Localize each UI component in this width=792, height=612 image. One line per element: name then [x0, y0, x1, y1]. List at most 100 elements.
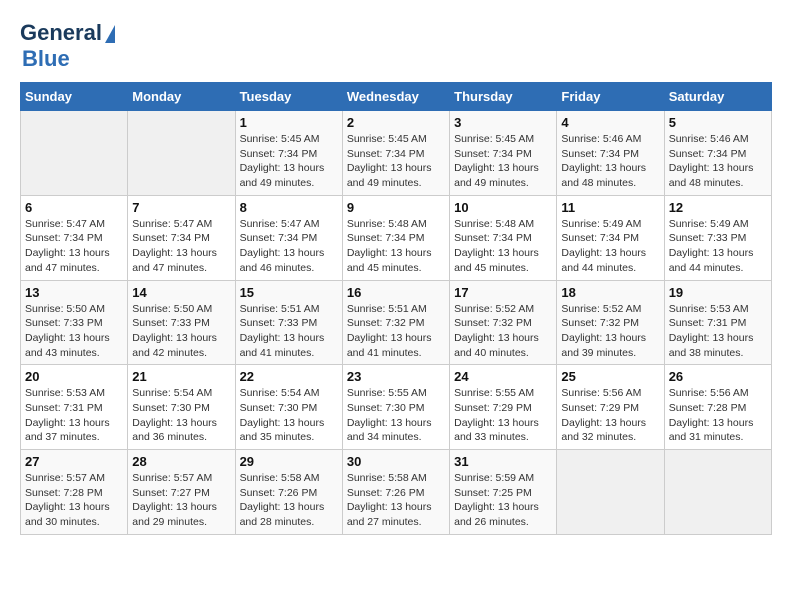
week-row-4: 20 Sunrise: 5:53 AM Sunset: 7:31 PM Dayli… [21, 365, 772, 450]
day-number: 1 [240, 115, 338, 130]
day-number: 19 [669, 285, 767, 300]
day-cell: 16 Sunrise: 5:51 AM Sunset: 7:32 PM Dayli… [342, 280, 449, 365]
day-number: 3 [454, 115, 552, 130]
day-number: 26 [669, 369, 767, 384]
day-cell: 14 Sunrise: 5:50 AM Sunset: 7:33 PM Dayli… [128, 280, 235, 365]
day-info: Sunrise: 5:49 AM Sunset: 7:34 PM Dayligh… [561, 217, 659, 276]
day-info: Sunrise: 5:46 AM Sunset: 7:34 PM Dayligh… [561, 132, 659, 191]
day-number: 27 [25, 454, 123, 469]
day-cell: 29 Sunrise: 5:58 AM Sunset: 7:26 PM Dayli… [235, 450, 342, 535]
day-cell: 25 Sunrise: 5:56 AM Sunset: 7:29 PM Dayli… [557, 365, 664, 450]
day-cell: 24 Sunrise: 5:55 AM Sunset: 7:29 PM Dayli… [450, 365, 557, 450]
day-number: 16 [347, 285, 445, 300]
header-sunday: Sunday [21, 83, 128, 111]
day-info: Sunrise: 5:58 AM Sunset: 7:26 PM Dayligh… [347, 471, 445, 530]
week-row-1: 1 Sunrise: 5:45 AM Sunset: 7:34 PM Daylig… [21, 111, 772, 196]
day-info: Sunrise: 5:50 AM Sunset: 7:33 PM Dayligh… [25, 302, 123, 361]
header-wednesday: Wednesday [342, 83, 449, 111]
day-number: 24 [454, 369, 552, 384]
day-info: Sunrise: 5:58 AM Sunset: 7:26 PM Dayligh… [240, 471, 338, 530]
day-number: 17 [454, 285, 552, 300]
day-info: Sunrise: 5:48 AM Sunset: 7:34 PM Dayligh… [454, 217, 552, 276]
day-cell: 21 Sunrise: 5:54 AM Sunset: 7:30 PM Dayli… [128, 365, 235, 450]
day-info: Sunrise: 5:47 AM Sunset: 7:34 PM Dayligh… [25, 217, 123, 276]
day-number: 5 [669, 115, 767, 130]
calendar-header-row: SundayMondayTuesdayWednesdayThursdayFrid… [21, 83, 772, 111]
day-info: Sunrise: 5:49 AM Sunset: 7:33 PM Dayligh… [669, 217, 767, 276]
day-cell: 1Sunrise: 5:45 AM Sunset: 7:34 PM Daylig… [235, 111, 342, 196]
day-info: Sunrise: 5:55 AM Sunset: 7:30 PM Dayligh… [347, 386, 445, 445]
header-thursday: Thursday [450, 83, 557, 111]
day-number: 14 [132, 285, 230, 300]
day-number: 23 [347, 369, 445, 384]
day-info: Sunrise: 5:45 AM Sunset: 7:34 PM Dayligh… [454, 132, 552, 191]
day-info: Sunrise: 5:54 AM Sunset: 7:30 PM Dayligh… [132, 386, 230, 445]
day-cell: 22Sunrise: 5:54 AM Sunset: 7:30 PM Dayli… [235, 365, 342, 450]
day-info: Sunrise: 5:47 AM Sunset: 7:34 PM Dayligh… [240, 217, 338, 276]
day-number: 6 [25, 200, 123, 215]
day-cell: 2 Sunrise: 5:45 AM Sunset: 7:34 PM Daylig… [342, 111, 449, 196]
day-number: 8 [240, 200, 338, 215]
day-number: 11 [561, 200, 659, 215]
logo-text-blue: Blue [22, 46, 70, 72]
day-info: Sunrise: 5:45 AM Sunset: 7:34 PM Dayligh… [347, 132, 445, 191]
week-row-2: 6 Sunrise: 5:47 AM Sunset: 7:34 PM Daylig… [21, 195, 772, 280]
header-monday: Monday [128, 83, 235, 111]
day-cell: 7 Sunrise: 5:47 AM Sunset: 7:34 PM Daylig… [128, 195, 235, 280]
day-cell [21, 111, 128, 196]
logo-triangle [105, 25, 115, 43]
day-info: Sunrise: 5:57 AM Sunset: 7:27 PM Dayligh… [132, 471, 230, 530]
logo-text-general: General [20, 20, 102, 46]
day-cell: 6 Sunrise: 5:47 AM Sunset: 7:34 PM Daylig… [21, 195, 128, 280]
day-number: 22 [240, 369, 338, 384]
day-cell: 5Sunrise: 5:46 AM Sunset: 7:34 PM Daylig… [664, 111, 771, 196]
day-info: Sunrise: 5:55 AM Sunset: 7:29 PM Dayligh… [454, 386, 552, 445]
day-info: Sunrise: 5:51 AM Sunset: 7:33 PM Dayligh… [240, 302, 338, 361]
day-number: 29 [240, 454, 338, 469]
day-cell: 30 Sunrise: 5:58 AM Sunset: 7:26 PM Dayli… [342, 450, 449, 535]
day-number: 28 [132, 454, 230, 469]
day-cell: 18Sunrise: 5:52 AM Sunset: 7:32 PM Dayli… [557, 280, 664, 365]
day-number: 4 [561, 115, 659, 130]
day-info: Sunrise: 5:59 AM Sunset: 7:25 PM Dayligh… [454, 471, 552, 530]
week-row-5: 27Sunrise: 5:57 AM Sunset: 7:28 PM Dayli… [21, 450, 772, 535]
day-cell: 13 Sunrise: 5:50 AM Sunset: 7:33 PM Dayli… [21, 280, 128, 365]
day-info: Sunrise: 5:47 AM Sunset: 7:34 PM Dayligh… [132, 217, 230, 276]
day-cell: 4 Sunrise: 5:46 AM Sunset: 7:34 PM Daylig… [557, 111, 664, 196]
day-number: 12 [669, 200, 767, 215]
day-cell: 3 Sunrise: 5:45 AM Sunset: 7:34 PM Daylig… [450, 111, 557, 196]
day-info: Sunrise: 5:51 AM Sunset: 7:32 PM Dayligh… [347, 302, 445, 361]
day-number: 20 [25, 369, 123, 384]
day-cell: 17Sunrise: 5:52 AM Sunset: 7:32 PM Dayli… [450, 280, 557, 365]
day-cell: 12 Sunrise: 5:49 AM Sunset: 7:33 PM Dayli… [664, 195, 771, 280]
day-number: 10 [454, 200, 552, 215]
day-number: 7 [132, 200, 230, 215]
day-number: 2 [347, 115, 445, 130]
day-info: Sunrise: 5:48 AM Sunset: 7:34 PM Dayligh… [347, 217, 445, 276]
day-info: Sunrise: 5:52 AM Sunset: 7:32 PM Dayligh… [561, 302, 659, 361]
day-number: 21 [132, 369, 230, 384]
day-cell [128, 111, 235, 196]
day-cell: 27Sunrise: 5:57 AM Sunset: 7:28 PM Dayli… [21, 450, 128, 535]
day-cell: 11 Sunrise: 5:49 AM Sunset: 7:34 PM Dayli… [557, 195, 664, 280]
header-tuesday: Tuesday [235, 83, 342, 111]
day-number: 31 [454, 454, 552, 469]
day-number: 25 [561, 369, 659, 384]
day-number: 15 [240, 285, 338, 300]
day-info: Sunrise: 5:50 AM Sunset: 7:33 PM Dayligh… [132, 302, 230, 361]
calendar-table: SundayMondayTuesdayWednesdayThursdayFrid… [20, 82, 772, 535]
day-number: 9 [347, 200, 445, 215]
day-info: Sunrise: 5:53 AM Sunset: 7:31 PM Dayligh… [25, 386, 123, 445]
day-info: Sunrise: 5:56 AM Sunset: 7:29 PM Dayligh… [561, 386, 659, 445]
day-number: 13 [25, 285, 123, 300]
day-number: 30 [347, 454, 445, 469]
day-cell: 15 Sunrise: 5:51 AM Sunset: 7:33 PM Dayli… [235, 280, 342, 365]
header-friday: Friday [557, 83, 664, 111]
day-cell: 23 Sunrise: 5:55 AM Sunset: 7:30 PM Dayli… [342, 365, 449, 450]
day-cell: 10 Sunrise: 5:48 AM Sunset: 7:34 PM Dayli… [450, 195, 557, 280]
logo: General Blue [20, 20, 115, 72]
day-cell: 31 Sunrise: 5:59 AM Sunset: 7:25 PM Dayli… [450, 450, 557, 535]
day-cell: 8 Sunrise: 5:47 AM Sunset: 7:34 PM Daylig… [235, 195, 342, 280]
day-cell [664, 450, 771, 535]
day-cell [557, 450, 664, 535]
